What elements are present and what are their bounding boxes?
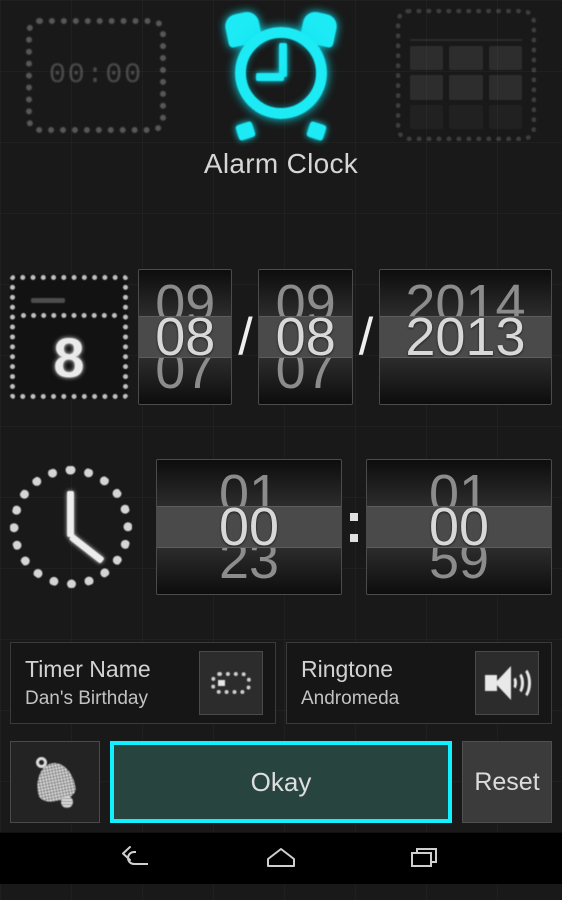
bell-icon <box>30 755 80 809</box>
ringtone-label: Ringtone <box>301 656 394 682</box>
android-navigation-bar <box>0 832 562 884</box>
year-above-value: 2014 <box>405 273 526 316</box>
calendar-grid-cell <box>410 75 444 100</box>
calendar-grid-cell <box>488 104 522 129</box>
timer-name-edit-button[interactable] <box>199 651 263 715</box>
hour-wheel-below[interactable]: 23 <box>157 548 341 594</box>
calendar-grid-row <box>410 104 522 129</box>
day-below-value: 07 <box>275 358 336 401</box>
back-icon[interactable] <box>120 844 154 874</box>
clock-minute-hand <box>68 533 105 564</box>
speaker-wave <box>511 666 531 700</box>
year-wheel[interactable]: 2014 2013 <box>378 269 552 405</box>
hour-above-value: 01 <box>218 463 280 506</box>
ringtone-value: Andromeda <box>301 688 400 709</box>
date-picker: 8 09 08 07 / 09 08 07 / 2014 2013 <box>0 262 562 412</box>
day-wheel[interactable]: 09 08 07 <box>258 269 353 405</box>
spacer-bottom <box>0 602 562 634</box>
day-wheel-below[interactable]: 07 <box>259 358 352 404</box>
timer-name-text: Timer Name Dan's Birthday <box>25 656 151 710</box>
month-above-value: 09 <box>155 273 216 316</box>
timer-name-label: Timer Name <box>25 656 151 682</box>
month-wheel[interactable]: 09 08 07 <box>138 269 233 405</box>
year-wheel-above[interactable]: 2014 <box>379 270 551 316</box>
ringtone-text: Ringtone Andromeda <box>301 656 399 710</box>
calendar-icon-day: 8 <box>53 325 85 389</box>
calendar-grid-cell <box>410 46 444 71</box>
timer-icon[interactable]: 00:00 <box>26 17 166 133</box>
app-screen: 00:00 Alarm Clock 8 09 08 07 / 09 08 07 … <box>0 0 562 900</box>
calendar-grid-cell <box>410 104 444 129</box>
timer-icon-label: 00:00 <box>48 59 143 91</box>
calendar-day-icon[interactable]: 8 <box>10 275 128 399</box>
calendar-grid-row <box>410 75 522 100</box>
calendar-grid-cell <box>449 104 483 129</box>
minute-above-value: 01 <box>428 463 490 506</box>
alarm-hour-hand <box>279 43 287 77</box>
speaker-icon <box>485 664 531 702</box>
time-wheels: 01 00 23 01 00 59 <box>156 459 552 595</box>
okay-button[interactable]: Okay <box>110 741 452 823</box>
date-separator-2: / <box>358 308 374 366</box>
spacer-top <box>0 200 562 262</box>
home-icon[interactable] <box>264 844 298 874</box>
time-picker: 01 00 23 01 00 59 <box>0 452 562 602</box>
time-separator <box>342 459 366 595</box>
ringtone-field[interactable]: Ringtone Andromeda <box>286 642 552 724</box>
analog-clock-icon[interactable] <box>10 466 132 588</box>
calendar-grid-row <box>410 46 522 71</box>
day-wheel-above[interactable]: 09 <box>259 270 352 316</box>
clock-hour-hand <box>67 491 74 537</box>
calendar-grid-cell <box>488 75 522 100</box>
minute-below-value: 59 <box>428 548 490 591</box>
month-wheel-below[interactable]: 07 <box>139 358 232 404</box>
date-wheels: 09 08 07 / 09 08 07 / 2014 2013 <box>138 269 552 405</box>
minute-wheel[interactable]: 01 00 59 <box>366 459 552 595</box>
day-wheel-selected[interactable]: 08 <box>259 315 352 359</box>
fields-row: Timer Name Dan's Birthday Ringtone Andro… <box>0 634 562 732</box>
year-wheel-selected[interactable]: 2013 <box>379 315 551 359</box>
day-above-value: 09 <box>275 273 336 316</box>
calendar-icon-header <box>21 286 117 318</box>
recents-icon[interactable] <box>408 844 442 874</box>
hour-wheel-selected[interactable]: 00 <box>157 505 341 549</box>
alarm-clock-icon[interactable] <box>222 9 340 142</box>
hour-below-value: 23 <box>218 548 280 591</box>
spacer-mid <box>0 412 562 452</box>
hour-wheel-above[interactable]: 01 <box>157 460 341 506</box>
calendar-grid-header <box>410 21 522 41</box>
timer-name-value: Dan's Birthday <box>25 688 148 709</box>
alarm-foot-right <box>305 120 328 142</box>
alarm-minute-hand <box>256 73 284 81</box>
date-separator-1: / <box>238 308 253 366</box>
action-row: Okay Reset <box>0 732 562 832</box>
calendar-grid-cell <box>449 46 483 71</box>
reset-button[interactable]: Reset <box>462 741 552 823</box>
ringtone-select-button[interactable] <box>475 651 539 715</box>
header: 00:00 Alarm Clock <box>0 0 562 200</box>
page-title: Alarm Clock <box>203 148 359 179</box>
hour-wheel[interactable]: 01 00 23 <box>156 459 342 595</box>
colon-dot-top <box>350 512 358 521</box>
colon-dot-bottom <box>350 533 358 542</box>
year-wheel-below[interactable] <box>379 358 551 404</box>
month-wheel-above[interactable]: 09 <box>139 270 232 316</box>
bell-button[interactable] <box>10 741 100 823</box>
alarm-foot-left <box>234 120 257 142</box>
minute-wheel-below[interactable]: 59 <box>367 548 551 594</box>
header-icon-row: 00:00 <box>0 9 562 142</box>
calendar-grid-cell <box>488 46 522 71</box>
text-field-icon <box>211 672 251 694</box>
calendar-grid-icon[interactable] <box>396 9 536 141</box>
month-below-value: 07 <box>155 358 216 401</box>
month-wheel-selected[interactable]: 08 <box>139 315 232 359</box>
bell-clapper <box>61 796 73 808</box>
minute-wheel-selected[interactable]: 00 <box>367 505 551 549</box>
calendar-grid-cell <box>449 75 483 100</box>
timer-name-field[interactable]: Timer Name Dan's Birthday <box>10 642 276 724</box>
minute-wheel-above[interactable]: 01 <box>367 460 551 506</box>
